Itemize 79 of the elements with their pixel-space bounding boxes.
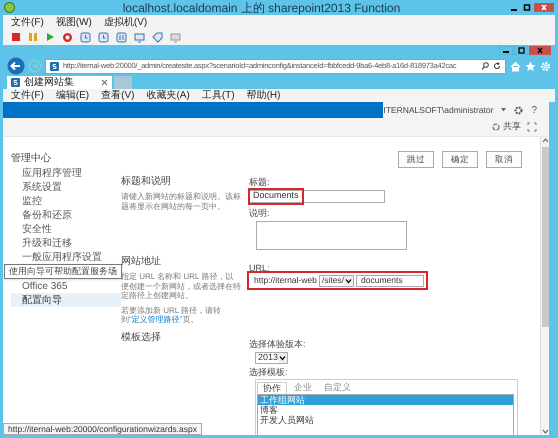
sync-icon xyxy=(492,123,500,131)
menu-item[interactable]: 查看(V) xyxy=(101,88,134,103)
refresh-icon[interactable] xyxy=(493,62,501,70)
caret-icon xyxy=(278,352,288,362)
url-input[interactable]: documents xyxy=(356,274,424,286)
vm-logo-icon xyxy=(4,2,15,13)
scroll-down-icon[interactable] xyxy=(542,429,548,435)
sharepoint-icon xyxy=(50,62,59,70)
nav-item[interactable]: 备份和还原 xyxy=(11,208,121,222)
close-icon[interactable] xyxy=(101,79,108,86)
nav-item[interactable]: 应用程序管理 xyxy=(11,166,121,180)
field-label: 说明: xyxy=(249,206,271,220)
url-prefix: http://iternal-web xyxy=(254,274,317,287)
scroll-up-icon[interactable] xyxy=(542,137,548,143)
field-label: URL: xyxy=(249,264,271,273)
section-description: 请键入新网站的标题和说明。该标题将显示在网站的每一页中。 xyxy=(121,192,241,211)
version-select[interactable]: 2013 xyxy=(255,352,288,364)
tag-icon[interactable] xyxy=(152,32,163,42)
nav-item[interactable]: 配置向导 xyxy=(11,293,121,307)
menu-item[interactable]: 收藏夹(A) xyxy=(146,88,190,103)
menu-item[interactable]: 工具(T) xyxy=(202,88,235,103)
restore-icon[interactable] xyxy=(514,46,528,55)
template-tab[interactable]: 企业 xyxy=(289,382,317,394)
field-label: 标题: xyxy=(249,176,271,189)
scrollbar-thumb[interactable] xyxy=(542,147,548,327)
tooltip: 使用向导可帮助配置服务场 xyxy=(4,264,122,279)
nav-item[interactable]: 升级和迁移 xyxy=(11,236,121,250)
menu-item[interactable]: 编辑(E) xyxy=(56,88,90,103)
caret-icon xyxy=(344,276,354,286)
monitor-icon[interactable] xyxy=(134,32,145,42)
section-note: 若要添加新 URL 路径，请转到“定义管理路径”页。 xyxy=(121,306,222,324)
template-option[interactable]: 开发人员网站 xyxy=(258,415,513,425)
browser-tab[interactable]: 创建网站集 xyxy=(7,76,112,89)
close-icon[interactable] xyxy=(534,3,554,12)
nav-heading[interactable]: 管理中心 xyxy=(11,151,121,166)
section-heading: 模板选择 xyxy=(121,330,162,345)
template-tab[interactable]: 协作 xyxy=(257,382,287,394)
status-url: http://iternal-web:20000/configurationwizards.aspx xyxy=(3,423,202,435)
field-label: 选择模板: xyxy=(249,366,289,378)
section-heading: 网站地址 xyxy=(121,254,162,269)
stop-icon[interactable] xyxy=(11,32,21,42)
close-icon[interactable] xyxy=(529,46,551,55)
search-icon[interactable] xyxy=(481,62,489,70)
restart-icon[interactable] xyxy=(62,32,73,42)
menu-item[interactable]: 帮助(H) xyxy=(246,88,280,103)
user-menu[interactable]: ITERNALSOFT\administrator xyxy=(383,104,494,116)
nav-item[interactable]: Office 365 xyxy=(11,279,121,293)
path-select[interactable]: /sites/ xyxy=(318,274,354,286)
play-icon[interactable] xyxy=(45,32,55,42)
section-heading: 标题和说明 xyxy=(121,174,172,189)
manage-paths-link[interactable]: 定义管理路径 xyxy=(132,315,180,324)
menu-item[interactable]: 文件(F) xyxy=(11,14,44,30)
field-label: 选择体验版本: xyxy=(249,338,307,351)
focus-icon[interactable] xyxy=(527,122,537,132)
template-option[interactable]: 博客 xyxy=(258,405,513,415)
help-link[interactable]: ? xyxy=(531,102,537,118)
star-icon[interactable] xyxy=(525,60,536,72)
sharepoint-icon xyxy=(11,78,20,87)
form-button[interactable]: 跳过 xyxy=(398,151,434,168)
nav-item[interactable]: 安全性 xyxy=(11,222,121,236)
share-button[interactable]: 共享 xyxy=(492,120,521,134)
menu-item[interactable]: 文件(F) xyxy=(11,88,44,103)
monitor-icon xyxy=(170,32,181,42)
scrollbar[interactable] xyxy=(540,137,549,435)
caret-icon[interactable] xyxy=(501,108,506,112)
form-button[interactable]: 确定 xyxy=(442,151,478,168)
menu-item[interactable]: 虚拟机(V) xyxy=(104,14,148,30)
form-button[interactable]: 取消 xyxy=(486,151,522,168)
nav-item[interactable]: 一般应用程序设置 xyxy=(11,250,121,264)
template-tab[interactable]: 自定义 xyxy=(319,382,356,394)
nav-item[interactable]: 系统设置 xyxy=(11,180,121,194)
menu-item[interactable]: 视图(W) xyxy=(56,14,92,30)
nav-item[interactable]: 监控 xyxy=(11,194,121,208)
back-icon[interactable] xyxy=(7,57,25,75)
settings-icon[interactable] xyxy=(514,106,524,114)
minimize-icon[interactable] xyxy=(499,46,513,55)
title-input[interactable]: Documents xyxy=(249,190,385,202)
window-title: localhost.localdomain 上的 sharepoint2013 Function xyxy=(122,0,402,16)
maximize-icon[interactable] xyxy=(521,3,533,12)
